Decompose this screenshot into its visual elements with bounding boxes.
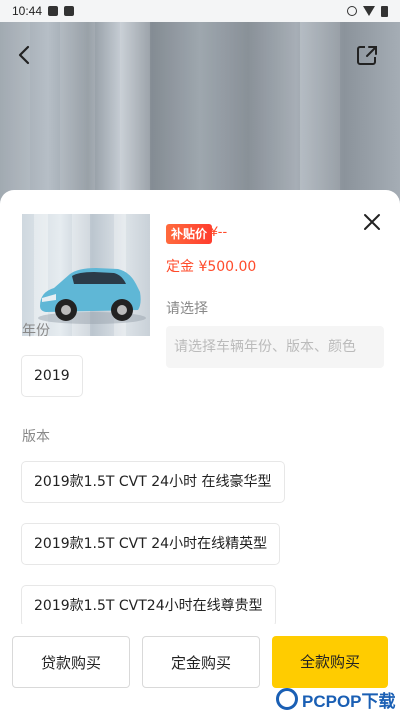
status-bar: 10:44 (0, 0, 400, 22)
pcpop-logo-icon (276, 688, 298, 710)
watermark-text: PCPOP下载 (302, 691, 396, 711)
price-value: ¥-- (210, 223, 228, 239)
close-button[interactable] (360, 210, 384, 234)
deposit-purchase-button[interactable]: 定金购买 (142, 636, 260, 688)
dnd-icon (347, 6, 357, 16)
share-button[interactable] (354, 42, 380, 68)
version-option[interactable]: 2019款1.5T CVT 24小时在线精英型 (22, 524, 280, 564)
gallery-icon (48, 6, 59, 16)
battery-icon (381, 5, 388, 17)
version-option[interactable]: 2019款1.5T CVT 24小时 在线豪华型 (22, 462, 284, 502)
subsidy-price-badge: 补贴价 (166, 224, 213, 244)
version-option[interactable]: 2019款1.5T CVT24小时在线尊贵型 (22, 586, 275, 626)
back-button[interactable] (12, 42, 38, 68)
version-label: 版本 (22, 429, 50, 445)
hero-background (0, 0, 400, 210)
full-purchase-button[interactable]: 全款购买 (272, 636, 388, 688)
chevron-left-icon (18, 45, 30, 65)
car-image (22, 214, 150, 336)
loan-purchase-button[interactable]: 贷款购买 (12, 636, 130, 688)
status-time: 10:44 (12, 4, 43, 18)
year-label: 年份 (22, 323, 50, 339)
choose-label: 请选择 (166, 301, 208, 317)
deposit-amount: 定金 ¥500.00 (166, 259, 257, 275)
share-icon (357, 46, 377, 65)
close-icon (364, 214, 380, 230)
watermark: PCPOP下载 (276, 684, 396, 714)
notification-icon (64, 6, 75, 16)
selection-summary-field[interactable]: 请选择车辆年份、版本、颜色 (166, 326, 384, 368)
wifi-icon (363, 6, 375, 16)
year-option[interactable]: 2019 (22, 356, 82, 396)
